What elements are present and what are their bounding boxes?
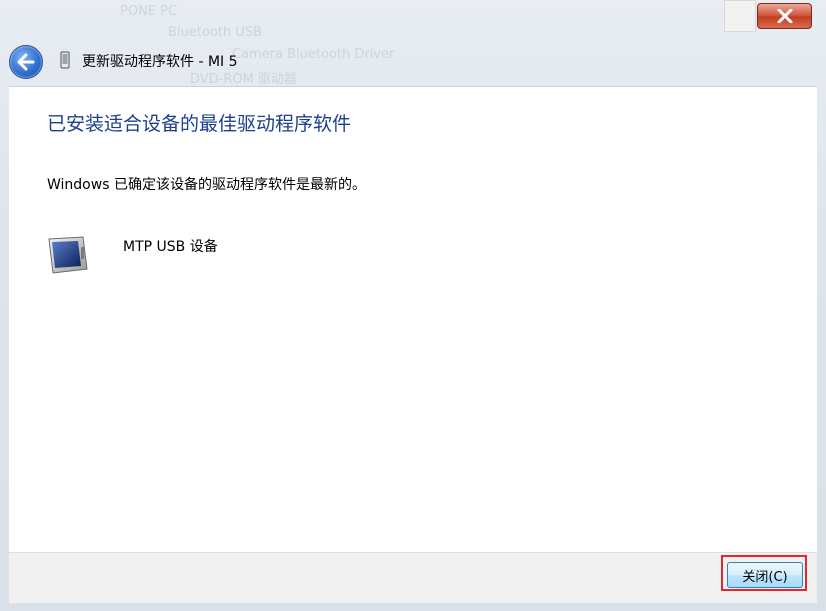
portable-device-icon	[48, 236, 88, 274]
back-button[interactable]	[9, 45, 43, 79]
background-ghost-text: PONE PC	[120, 4, 178, 19]
status-description: Windows 已确定该设备的驱动程序软件是最新的。	[47, 177, 366, 193]
back-arrow-icon	[17, 53, 35, 71]
background-ghost-text: Bluetooth USB	[168, 25, 262, 40]
dialog-content: 已安装适合设备的最佳驱动程序软件 Windows 已确定该设备的驱动程序软件是最…	[9, 86, 817, 553]
background-window-button	[724, 0, 756, 32]
background-ghost-text: Camera Bluetooth Driver	[232, 47, 395, 62]
phone-device-icon	[60, 51, 70, 69]
close-icon	[777, 9, 792, 23]
close-button[interactable]: 关闭(C)	[727, 562, 803, 588]
dialog-footer	[9, 552, 817, 603]
window-title: 更新驱动程序软件 - MI 5	[82, 54, 238, 70]
window-close-button[interactable]	[757, 3, 812, 29]
device-name: MTP USB 设备	[123, 239, 218, 255]
page-title: 已安装适合设备的最佳驱动程序软件	[47, 113, 352, 135]
